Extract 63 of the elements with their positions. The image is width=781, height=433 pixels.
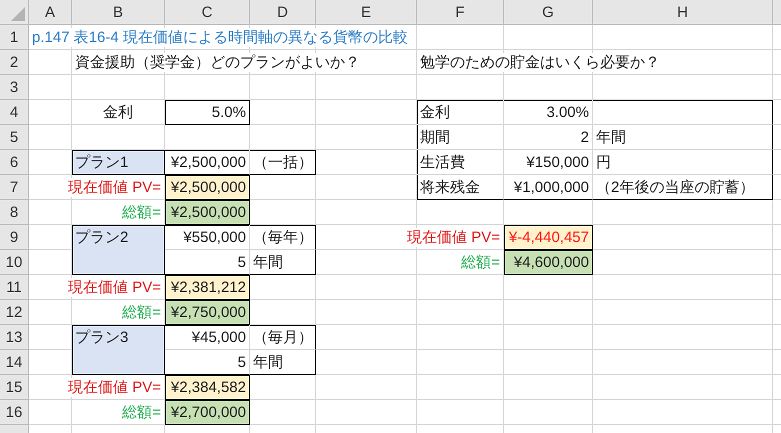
cell-text: ¥45,000 (192, 328, 246, 346)
cell-text: 総額= (122, 302, 161, 322)
cell-text: 将来残金 (420, 178, 480, 196)
cell-text: ¥-4,440,457 (508, 228, 589, 246)
row-header[interactable]: 16 (0, 400, 29, 425)
select-all-icon[interactable] (11, 7, 25, 21)
cell-text: ¥4,600,000 (514, 254, 589, 270)
cell-text: 現在価値 PV= (407, 228, 500, 246)
column-header[interactable]: A (29, 0, 72, 25)
column-header[interactable]: H (593, 0, 773, 25)
cell-text: ¥550,000 (183, 228, 246, 246)
row-header[interactable]: 12 (0, 300, 29, 325)
cell-text: ¥1,000,000 (514, 178, 589, 196)
cell-text: 現在価値 PV= (68, 378, 161, 396)
cell-text: プラン3 (75, 328, 128, 347)
cell-text: プラン1 (75, 152, 128, 172)
cell-text: ¥2,384,582 (170, 378, 246, 396)
cell-text: 現在価値 PV= (68, 278, 161, 296)
cell-text: プラン2 (75, 228, 128, 247)
cell-text: 年間 (253, 352, 283, 372)
cell-text: ¥2,381,212 (170, 278, 246, 296)
row-header[interactable]: 1 (0, 25, 29, 50)
row-header[interactable]: 7 (0, 175, 29, 200)
cell-text: 年間 (253, 252, 283, 272)
column-header[interactable]: F (417, 0, 504, 25)
cell-text: 年間 (596, 128, 626, 146)
row-header[interactable]: 6 (0, 150, 29, 175)
column-header[interactable]: G (504, 0, 593, 25)
row-header[interactable]: 11 (0, 275, 29, 300)
cell-text: 期間 (420, 128, 450, 146)
cell-text: 総額= (122, 202, 161, 222)
cell-text: ¥2,700,000 (170, 404, 246, 420)
column-header[interactable]: B (72, 0, 165, 25)
cell-text: 総額= (122, 402, 161, 422)
row-header[interactable]: 3 (0, 75, 29, 100)
cell-text: ¥2,500,000 (170, 154, 246, 170)
cell-text: ¥150,000 (526, 154, 589, 170)
cell-text: 総額= (461, 252, 500, 272)
row-header[interactable]: 9 (0, 225, 29, 250)
column-header[interactable]: D (250, 0, 316, 25)
cell-text: 5 (238, 354, 246, 370)
cell-text: 生活費 (420, 152, 465, 172)
row-header[interactable]: 15 (0, 375, 29, 400)
cell-text: p.147 表16-4 現在価値による時間軸の異なる貨幣の比較 (32, 28, 408, 46)
row-header[interactable]: 10 (0, 250, 29, 275)
cell-text: ¥2,750,000 (170, 304, 246, 320)
cell-text: 5 (238, 254, 246, 270)
cell-text: ¥2,500,000 (170, 204, 246, 220)
cell-text: ¥2,500,000 (170, 178, 246, 196)
column-header[interactable]: C (165, 0, 250, 25)
column-header[interactable]: E (316, 0, 417, 25)
cell-text: 3.00% (546, 104, 589, 120)
cell-text: 現在価値 PV= (68, 178, 161, 196)
cell-text: 5.0% (212, 104, 246, 120)
row-header[interactable]: 13 (0, 325, 29, 350)
cell-text: 金利 (103, 102, 133, 122)
cell-text: 金利 (420, 102, 450, 122)
row-header[interactable]: 5 (0, 125, 29, 150)
row-header[interactable]: 2 (0, 50, 29, 75)
cell-text: 円 (596, 152, 611, 172)
row-header[interactable]: 8 (0, 200, 29, 225)
row-header[interactable]: 14 (0, 350, 29, 375)
row-header[interactable]: 4 (0, 100, 29, 125)
